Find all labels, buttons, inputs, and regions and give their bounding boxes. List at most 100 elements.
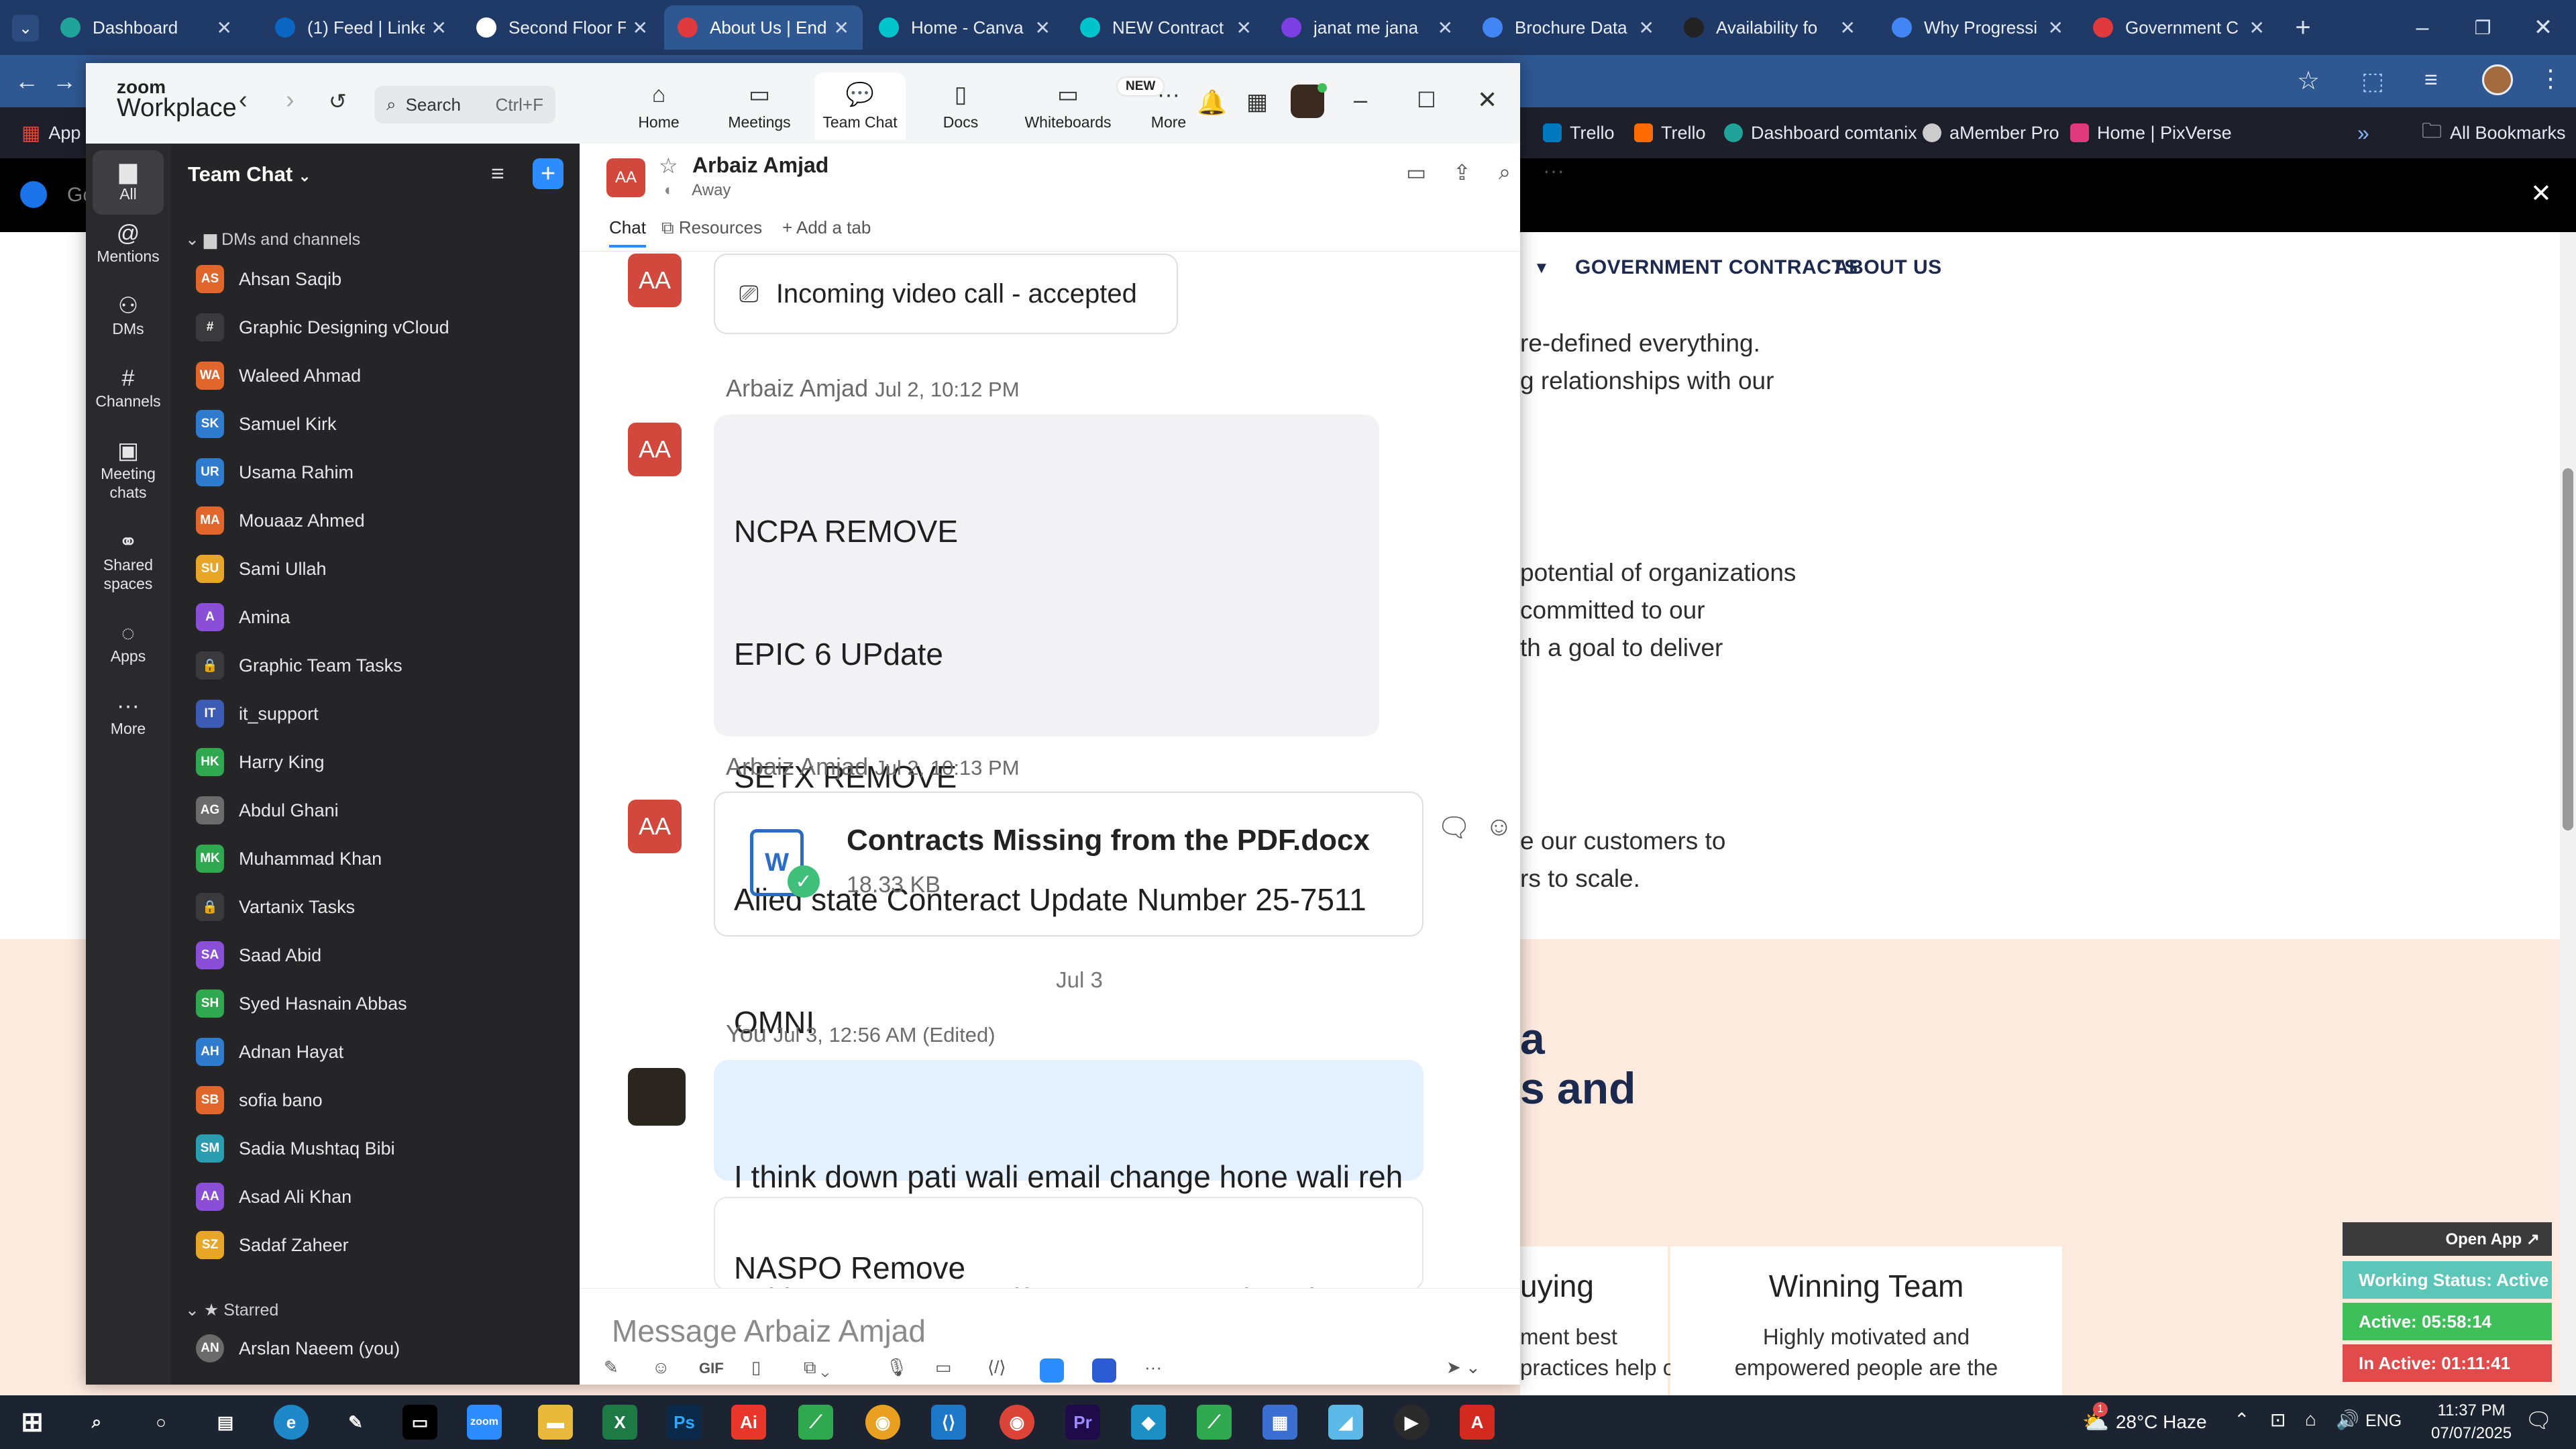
browser-tab[interactable]: About Us | End ✕ bbox=[664, 5, 863, 50]
app-icon-blue-2[interactable] bbox=[1092, 1358, 1116, 1383]
format-icon[interactable]: ✎ bbox=[604, 1357, 619, 1378]
window-minimize-icon[interactable]: – bbox=[1354, 86, 1367, 114]
subtab-resources[interactable]: ⧉ Resources bbox=[661, 217, 762, 239]
video-message-icon[interactable]: ▭ bbox=[935, 1357, 952, 1378]
contact-item[interactable]: UR Usama Rahim bbox=[196, 452, 354, 492]
language-indicator[interactable]: ENG bbox=[2365, 1411, 2402, 1431]
chrome-icon[interactable]: ◉ bbox=[865, 1405, 900, 1440]
rail-all[interactable]: ▆ All bbox=[93, 150, 164, 215]
contact-item[interactable]: AA Asad Ali Khan bbox=[196, 1177, 352, 1217]
file-attachment-card[interactable]: W ✓ Contracts Missing from the PDF.docx … bbox=[714, 792, 1424, 936]
browser-tab[interactable]: Availability fo ✕ bbox=[1670, 5, 1869, 50]
tab-close-icon[interactable]: ✕ bbox=[633, 17, 648, 39]
rail-apps[interactable]: ◌ Apps bbox=[86, 622, 170, 665]
contact-item[interactable]: SU Sami Ullah bbox=[196, 549, 327, 589]
rail-more[interactable]: ··· More bbox=[86, 694, 170, 738]
tab-close-icon[interactable]: ✕ bbox=[1438, 17, 1453, 39]
bookmark-pixverse[interactable]: Home | PixVerse bbox=[2070, 107, 2232, 158]
tab-close-icon[interactable]: ✕ bbox=[1639, 17, 1654, 39]
contact-item[interactable]: AG Abdul Ghani bbox=[196, 790, 339, 830]
bookmark-apps[interactable]: ▦ App bbox=[21, 107, 80, 158]
browser-tab[interactable]: Government C ✕ bbox=[2080, 5, 2278, 50]
terminal-icon[interactable]: ▭ bbox=[402, 1405, 437, 1440]
media-icon[interactable]: ≡ bbox=[2424, 67, 2438, 93]
sheets-icon[interactable]: ⟋ bbox=[798, 1405, 833, 1440]
tab-close-icon[interactable]: ✕ bbox=[2249, 17, 2265, 39]
tab-whiteboards[interactable]: ▭ Whiteboards bbox=[1016, 72, 1120, 140]
illustrator-icon[interactable]: Ai bbox=[731, 1405, 766, 1440]
restore-icon[interactable]: ❐ bbox=[2453, 0, 2513, 55]
subtab-add-tab[interactable]: + Add a tab bbox=[782, 217, 871, 238]
video-call-icon[interactable]: ▭ bbox=[1406, 160, 1426, 185]
rail-mentions[interactable]: @ Mentions bbox=[86, 222, 170, 266]
cortana-icon[interactable]: ○ bbox=[144, 1405, 178, 1440]
zoom-search[interactable]: ⌕ Search Ctrl+F bbox=[374, 86, 555, 123]
section-dms-channels[interactable]: ⌄ ▆ DMs and channels bbox=[185, 229, 360, 250]
clock[interactable]: 11:37 PM 07/07/2025 bbox=[2431, 1399, 2512, 1445]
reply-icon[interactable]: 🗨 bbox=[1437, 812, 1471, 843]
contact-item[interactable]: 🔒 Vartanix Tasks bbox=[196, 887, 355, 927]
contact-item[interactable]: MA Mouaaz Ahmed bbox=[196, 500, 365, 541]
tab-close-icon[interactable]: ✕ bbox=[217, 17, 232, 39]
nav-caret-icon[interactable]: ▼ bbox=[1534, 259, 1550, 278]
history-back-icon[interactable]: ‹ bbox=[239, 86, 248, 115]
code-snippet-icon[interactable]: ⟨/⟩ bbox=[987, 1357, 1006, 1378]
composer-placeholder[interactable]: Message Arbaiz Amjad bbox=[612, 1313, 926, 1349]
close-icon[interactable]: ✕ bbox=[2513, 0, 2573, 55]
notifications-icon[interactable]: 🗨 bbox=[2525, 1407, 2553, 1433]
tab-close-icon[interactable]: ✕ bbox=[1035, 17, 1051, 39]
history-icon[interactable]: ↺ bbox=[329, 89, 347, 114]
rail-shared-spaces[interactable]: ⚭ Shared spaces bbox=[86, 531, 170, 593]
team-chat-dropdown[interactable]: Team Chat ⌄ bbox=[188, 162, 311, 186]
weather-widget[interactable]: ⛅ 1 28°C Haze bbox=[2082, 1402, 2207, 1440]
contact-item[interactable]: AS Ahsan Saqib bbox=[196, 259, 341, 299]
bookmark-amember[interactable]: aMember Pro bbox=[1923, 107, 2059, 158]
favorite-star-icon[interactable]: ☆ bbox=[659, 153, 678, 178]
window-maximize-icon[interactable]: ☐ bbox=[1417, 87, 1436, 113]
browser-tab[interactable]: Brochure Data ✕ bbox=[1469, 5, 1668, 50]
tab-close-icon[interactable]: ✕ bbox=[431, 17, 447, 39]
browser-tab[interactable]: Home - Canva ✕ bbox=[865, 5, 1064, 50]
open-app-button[interactable]: Open App ↗ bbox=[2343, 1222, 2552, 1256]
tray-wifi-icon[interactable]: ⌂ bbox=[2305, 1409, 2316, 1430]
tab-meetings[interactable]: ▭ Meetings bbox=[714, 72, 805, 140]
tray-network-icon[interactable]: ⊡ bbox=[2270, 1409, 2286, 1431]
contact-item[interactable]: # Graphic Designing vCloud bbox=[196, 307, 449, 347]
add-reaction-icon[interactable]: ☺ bbox=[1485, 812, 1513, 842]
file-name[interactable]: Contracts Missing from the PDF.docx bbox=[847, 824, 1370, 857]
rail-channels[interactable]: # Channels bbox=[86, 367, 170, 411]
contact-item[interactable]: SM Sadia Mushtaq Bibi bbox=[196, 1128, 395, 1169]
tab-docs[interactable]: ▯ Docs bbox=[915, 72, 1006, 140]
calculator-icon[interactable]: ▦ bbox=[1263, 1405, 1297, 1440]
bookmark-trello-2[interactable]: Trello bbox=[1634, 107, 1706, 158]
contact-item[interactable]: SZ Sadaf Zaheer bbox=[196, 1225, 349, 1265]
acrobat-icon[interactable]: A bbox=[1460, 1405, 1495, 1440]
excel-icon[interactable]: X bbox=[602, 1405, 637, 1440]
back-icon[interactable]: ← bbox=[15, 67, 39, 95]
new-chat-button[interactable]: + bbox=[533, 158, 564, 189]
message-bubble[interactable]: I think down pati wali email change hone… bbox=[714, 1060, 1424, 1288]
bookmarks-overflow-icon[interactable]: » bbox=[2357, 107, 2369, 158]
app-icon[interactable]: ◆ bbox=[1131, 1405, 1166, 1440]
premiere-icon[interactable]: Pr bbox=[1065, 1405, 1100, 1440]
contact-item[interactable]: IT it_support bbox=[196, 694, 319, 734]
search-icon[interactable]: ⌕ bbox=[79, 1405, 114, 1440]
all-bookmarks[interactable]: 🗀 All Bookmarks bbox=[2422, 107, 2566, 158]
edge-icon[interactable]: e bbox=[274, 1405, 309, 1440]
tab-close-icon[interactable]: ✕ bbox=[2048, 17, 2063, 39]
subtab-chat[interactable]: Chat bbox=[609, 217, 646, 248]
nav-about-us[interactable]: ABOUT US bbox=[1834, 256, 1942, 279]
app-icon-2[interactable]: ◢ bbox=[1328, 1405, 1363, 1440]
windows-start-icon[interactable]: ⊞ bbox=[15, 1405, 50, 1440]
task-view-icon[interactable]: ▤ bbox=[208, 1405, 243, 1440]
extensions-icon[interactable]: ⬚ bbox=[2361, 67, 2384, 95]
profile-avatar[interactable] bbox=[2482, 64, 2513, 95]
screenshot-icon[interactable]: ⧉ ⌄ bbox=[804, 1357, 829, 1379]
contact-item[interactable]: WA Waleed Ahmad bbox=[196, 356, 361, 396]
chrome-profile-icon[interactable]: ◉ bbox=[1000, 1405, 1034, 1440]
contact-item[interactable]: HK Harry King bbox=[196, 742, 325, 782]
notifications-bell-icon[interactable]: 🔔 bbox=[1197, 89, 1227, 117]
page-scrollbar[interactable] bbox=[2560, 232, 2576, 1395]
vscode-icon[interactable]: ⟨⟩ bbox=[931, 1405, 966, 1440]
browser-tab[interactable]: janat me jana ✕ bbox=[1268, 5, 1466, 50]
